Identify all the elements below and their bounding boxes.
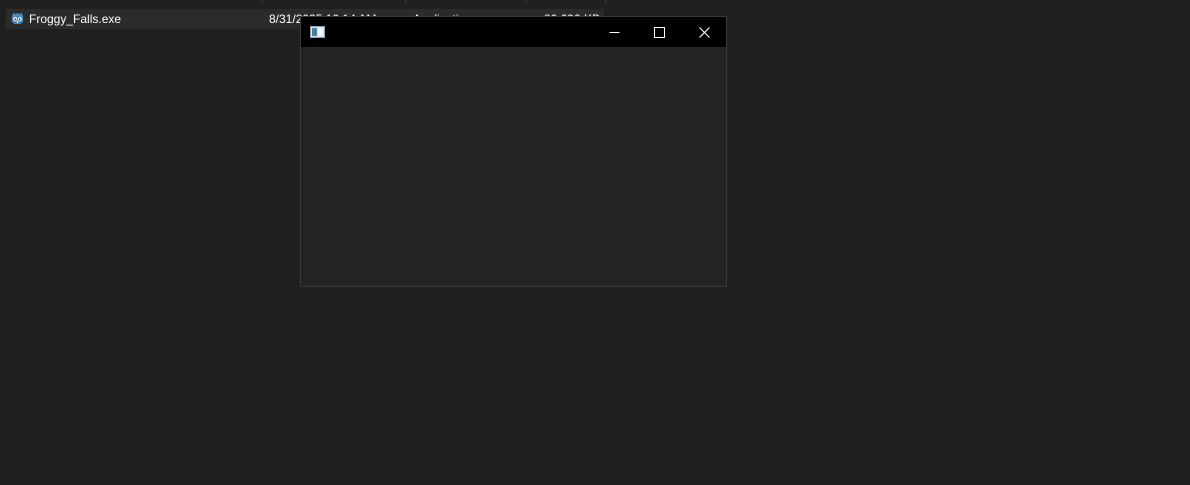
- window-titlebar[interactable]: [301, 17, 726, 47]
- column-divider[interactable]: [262, 0, 263, 4]
- minimize-button[interactable]: [591, 17, 637, 47]
- column-divider[interactable]: [605, 0, 606, 4]
- file-name[interactable]: Froggy_Falls.exe: [29, 12, 259, 26]
- close-button[interactable]: [681, 17, 727, 47]
- app-window-icon: [310, 26, 325, 38]
- godot-engine-icon: [11, 12, 24, 25]
- close-icon: [698, 26, 710, 38]
- minimize-icon: [609, 31, 619, 33]
- game-window[interactable]: [300, 16, 727, 287]
- column-divider[interactable]: [405, 0, 406, 4]
- window-client-area[interactable]: [301, 47, 726, 286]
- maximize-icon: [653, 26, 665, 38]
- column-divider[interactable]: [526, 0, 527, 4]
- maximize-button[interactable]: [636, 17, 682, 47]
